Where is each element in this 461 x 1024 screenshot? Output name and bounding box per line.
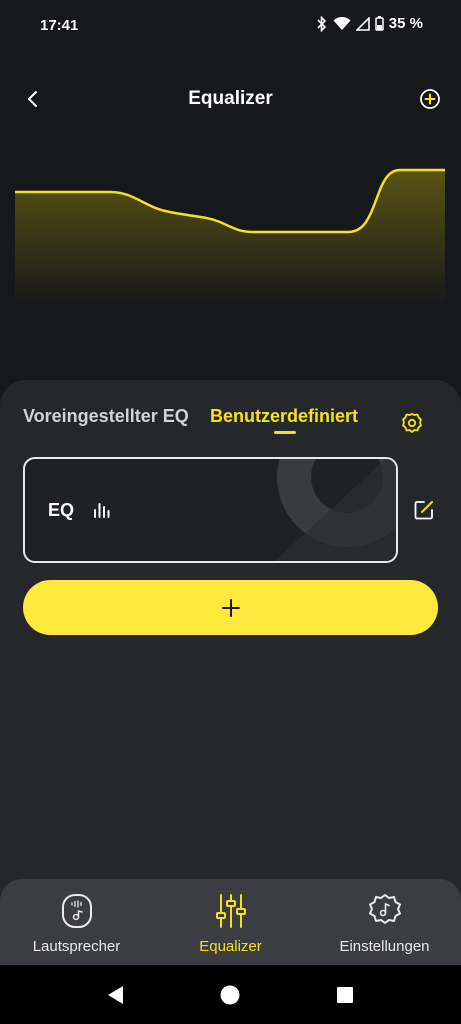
system-back-button[interactable] (104, 984, 128, 1006)
eq-settings-button[interactable] (399, 410, 425, 436)
system-recents-button[interactable] (333, 984, 357, 1006)
eq-curve-graph[interactable] (0, 140, 461, 310)
wifi-icon (333, 16, 351, 30)
add-preset-button[interactable] (415, 84, 445, 114)
bottom-navigation: Lautsprecher Equalizer Einstellungen (0, 879, 461, 965)
nav-item-einstellungen[interactable]: Einstellungen (308, 879, 461, 965)
battery-icon (375, 16, 384, 31)
nav-label-lautsprecher: Lautsprecher (32, 938, 121, 955)
gear-icon (402, 413, 422, 433)
eq-panel: Voreingestellter EQ Benutzerdefiniert EQ (0, 380, 461, 900)
back-icon (108, 986, 123, 1004)
eq-card-label: EQ (48, 500, 75, 520)
add-custom-eq-button[interactable] (23, 580, 438, 635)
active-tab-indicator (274, 431, 296, 434)
custom-eq-card[interactable]: EQ (23, 457, 398, 563)
system-home-button[interactable] (218, 984, 242, 1006)
nav-item-lautsprecher[interactable]: Lautsprecher (0, 879, 153, 965)
edit-icon (414, 501, 433, 520)
status-time: 17:41 (40, 17, 79, 34)
equalizer-bars-icon (94, 503, 110, 518)
card-decoration (275, 459, 396, 561)
status-bar: 17:41 35 % (0, 0, 461, 50)
page-title: Equalizer (188, 88, 273, 109)
battery-percentage: 35 % (388, 15, 423, 32)
nav-item-equalizer[interactable]: Equalizer (154, 879, 307, 965)
home-icon (220, 985, 240, 1005)
recents-icon (337, 987, 353, 1003)
plus-circle-icon (420, 89, 440, 109)
header: Equalizer (0, 70, 461, 130)
edit-eq-button[interactable] (412, 498, 436, 522)
speaker-icon (61, 894, 92, 928)
tab-custom-eq[interactable]: Benutzerdefiniert (210, 406, 358, 427)
tab-preset-eq[interactable]: Voreingestellter EQ (23, 406, 189, 427)
status-icons: 35 % (316, 15, 423, 32)
plus-icon (221, 598, 240, 617)
sliders-icon (215, 894, 246, 928)
settings-gear-music-icon (368, 894, 401, 924)
nav-label-einstellungen: Einstellungen (339, 938, 430, 955)
system-navigation-bar (0, 965, 461, 1024)
bluetooth-icon (317, 15, 326, 32)
nav-label-equalizer: Equalizer (199, 938, 262, 955)
cell-signal-icon (355, 16, 370, 31)
